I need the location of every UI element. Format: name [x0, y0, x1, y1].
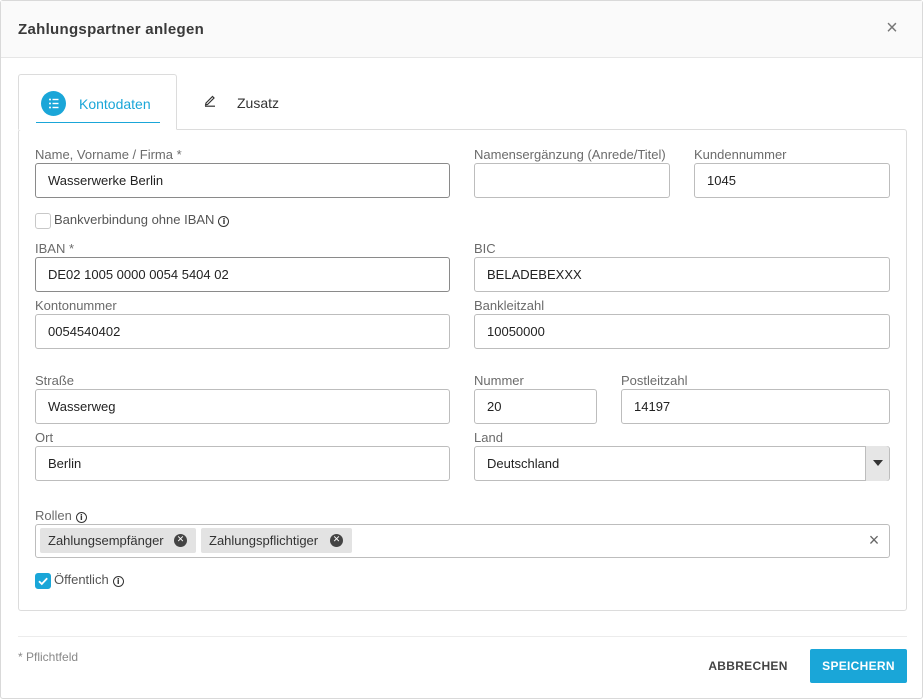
role-chip-label: Zahlungsempfänger — [48, 533, 164, 548]
required-field-note: * Pflichtfeld — [18, 650, 79, 664]
clear-roles-icon[interactable]: × — [867, 531, 881, 549]
street-label: Straße — [35, 373, 75, 388]
checkmark-icon — [38, 577, 48, 586]
iban-label: IBAN * — [35, 241, 75, 256]
cancel-button[interactable]: ABBRECHEN — [701, 650, 795, 683]
bic-label: BIC — [474, 241, 496, 256]
chevron-down-icon — [873, 460, 883, 466]
create-payment-partner-dialog: Zahlungspartner anlegen × Kontodaten Zus… — [0, 0, 923, 699]
info-icon[interactable]: i — [218, 216, 230, 227]
customer-number-label: Kundennummer — [694, 147, 787, 162]
role-chip: Zahlungsempfänger ✕ — [40, 528, 196, 553]
close-icon[interactable]: × — [883, 18, 901, 38]
public-label-text: Öffentlich — [54, 572, 109, 587]
iban-input[interactable]: DE02 1005 0000 0054 5404 02 — [35, 257, 450, 292]
no-iban-checkbox[interactable] — [35, 213, 51, 229]
tab-zusatz[interactable]: Zusatz — [177, 74, 307, 130]
roles-label-text: Rollen — [35, 508, 72, 523]
no-iban-label: Bankverbindung ohne IBAN i — [54, 212, 230, 227]
street-input[interactable]: Wasserweg — [35, 389, 450, 424]
country-select[interactable]: Deutschland — [474, 446, 890, 481]
tab-kontodaten[interactable]: Kontodaten — [18, 74, 177, 130]
postal-code-input[interactable]: 14197 — [621, 389, 890, 424]
no-iban-label-text: Bankverbindung ohne IBAN — [54, 212, 215, 227]
city-label: Ort — [35, 430, 54, 445]
remove-chip-icon[interactable]: ✕ — [174, 534, 187, 547]
name-addition-input[interactable] — [474, 163, 670, 198]
role-chip: Zahlungspflichtiger ✕ — [201, 528, 352, 553]
customer-number-input[interactable]: 1045 — [694, 163, 890, 198]
list-icon — [41, 91, 66, 116]
save-button[interactable]: SPEICHERN — [810, 649, 907, 683]
tab-kontodaten-label: Kontodaten — [79, 96, 151, 112]
city-input[interactable]: Berlin — [35, 446, 450, 481]
bank-code-input[interactable]: 10050000 — [474, 314, 890, 349]
postal-code-label: Postleitzahl — [621, 373, 688, 388]
remove-chip-icon[interactable]: ✕ — [330, 534, 343, 547]
bank-code-label: Bankleitzahl — [474, 298, 545, 313]
pencil-icon — [203, 93, 217, 107]
info-icon[interactable]: i — [112, 576, 124, 587]
name-input[interactable]: Wasserwerke Berlin — [35, 163, 450, 198]
public-checkbox[interactable] — [35, 573, 51, 589]
country-dropdown-button[interactable] — [865, 446, 889, 481]
public-label: Öffentlich i — [54, 572, 124, 587]
dialog-header: Zahlungspartner anlegen × — [1, 1, 922, 58]
bic-input[interactable]: BELADEBEXXX — [474, 257, 890, 292]
info-icon[interactable]: i — [75, 512, 87, 523]
role-chip-label: Zahlungspflichtiger — [209, 533, 319, 548]
account-number-input[interactable]: 0054540402 — [35, 314, 450, 349]
dialog-title: Zahlungspartner anlegen — [18, 21, 205, 38]
house-number-input[interactable]: 20 — [474, 389, 597, 424]
name-addition-label: Namensergänzung (Anrede/Titel) — [474, 147, 666, 162]
tab-zusatz-label: Zusatz — [237, 95, 280, 111]
account-number-label: Kontonummer — [35, 298, 117, 313]
country-label: Land — [474, 430, 503, 445]
footer-divider — [18, 636, 907, 637]
house-number-label: Nummer — [474, 373, 524, 388]
active-tab-indicator — [36, 122, 160, 123]
roles-label: Rollen i — [35, 508, 87, 523]
name-label: Name, Vorname / Firma * — [35, 147, 182, 162]
